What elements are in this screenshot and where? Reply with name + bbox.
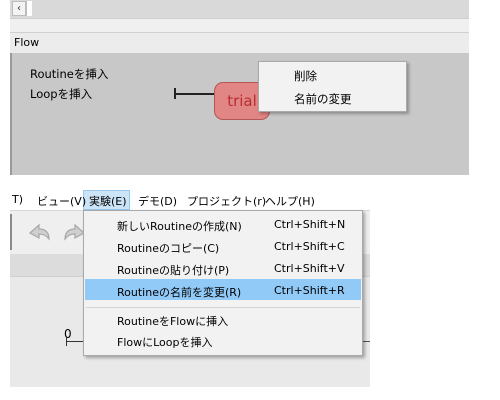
menu-item-copy-routine[interactable]: Routineのコピー(C) [117,240,219,256]
divider [10,18,469,19]
menu-item-insert-loop-flow[interactable]: FlowにLoopを挿入 [117,334,213,350]
shortcut-rename-routine: Ctrl+Shift+R [274,284,345,297]
insert-routine-button[interactable]: Routineを挿入 [30,66,108,82]
routine-label: trial [227,92,257,110]
flow-header [10,32,469,54]
shortcut-new-routine: Ctrl+Shift+N [274,218,346,231]
menu-tools[interactable]: T) [12,193,23,206]
menu-separator [86,307,360,308]
scrollbar-thumb[interactable] [26,1,32,16]
context-menu-delete[interactable]: 削除 [294,68,317,84]
menu-view[interactable]: ビュー(V) [37,193,86,209]
menu-item-paste-routine[interactable]: Routineの貼り付け(P) [117,262,229,278]
menu-item-rename-routine[interactable]: Routineの名前を変更(R) [117,284,241,300]
insert-loop-button[interactable]: Loopを挿入 [30,86,92,102]
shortcut-copy-routine: Ctrl+Shift+C [274,240,345,253]
shortcut-paste-routine: Ctrl+Shift+V [274,262,345,275]
toolbar-edge [10,214,12,250]
context-menu-rename[interactable]: 名前の変更 [294,91,352,107]
menu-item-insert-routine-flow[interactable]: RoutineをFlowに挿入 [117,313,228,329]
horizontal-scrollbar[interactable] [10,0,469,18]
menu-item-new-routine[interactable]: 新しいRoutineの作成(N) [117,218,242,234]
menu-project[interactable]: プロジェクト(r) [187,193,266,209]
menu-help[interactable]: ヘルプ(H) [265,193,315,209]
panel-edge [10,53,12,175]
menu-experiment[interactable]: 実験(E) [89,193,127,209]
scroll-left-arrow-icon[interactable]: ‹ [12,1,26,16]
flow-title: Flow [14,36,40,49]
timeline-line-end [362,341,370,342]
undo-icon[interactable] [24,218,54,248]
menu-demo[interactable]: デモ(D) [138,193,177,209]
